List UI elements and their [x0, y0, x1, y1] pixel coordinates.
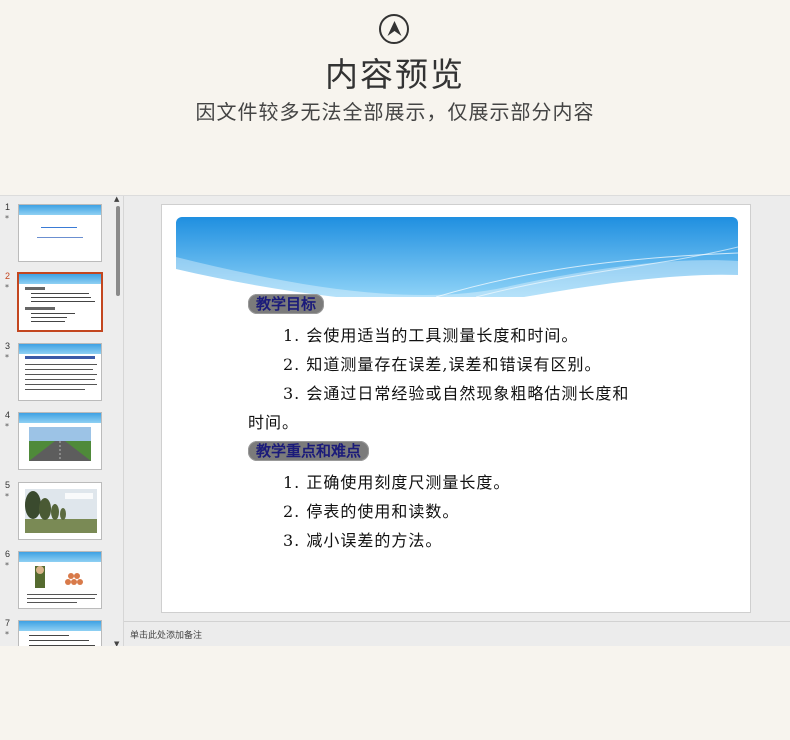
- scroll-down-icon[interactable]: ▼: [114, 640, 119, 646]
- slide-thumbnail-1[interactable]: 1 *: [0, 202, 112, 264]
- key-point-line-1: 1. 正确使用刻度尺测量长度。: [283, 473, 511, 492]
- page-subtitle: 因文件较多无法全部展示，仅展示部分内容: [195, 100, 595, 124]
- scrollbar-thumb[interactable]: [116, 206, 120, 296]
- notes-placeholder: 单击此处添加备注: [130, 631, 203, 641]
- notes-pane[interactable]: 单击此处添加备注: [124, 621, 790, 646]
- wave-banner: [176, 217, 738, 297]
- slide-star-marker: *: [5, 492, 9, 501]
- slide-thumbnail-card: [18, 482, 102, 540]
- slide-thumbnail-panel: 1 * 2 * 3 * 4 * 5 * 6 * 7 * ▲ ▼: [0, 196, 124, 646]
- slide-star-marker: *: [5, 422, 9, 431]
- slide-number: 5: [5, 480, 11, 490]
- slide-star-marker: *: [5, 353, 9, 362]
- slide-thumbnail-3[interactable]: 3 *: [0, 341, 112, 403]
- key-point-line-3: 3. 减小误差的方法。: [283, 531, 443, 550]
- section-heading-objectives: 教学目标: [248, 294, 325, 314]
- slide-star-marker: *: [5, 561, 9, 570]
- slide-thumbnail-card: [18, 343, 102, 401]
- slide-thumbnail-2[interactable]: 2 *: [0, 271, 112, 333]
- slide-thumbnail-card: [18, 412, 102, 470]
- slide-number: 6: [5, 549, 11, 559]
- scroll-up-icon[interactable]: ▲: [114, 196, 119, 203]
- objective-line-3-cont: 时间。: [248, 413, 300, 432]
- slide-number: 1: [5, 202, 11, 212]
- objective-line-2: 2. 知道测量存在误差,误差和错误有区别。: [283, 355, 602, 374]
- presentation-viewer: 1 * 2 * 3 * 4 * 5 * 6 * 7 * ▲ ▼ 教学目标 1. …: [0, 195, 790, 646]
- upload-arrow-icon: [379, 14, 409, 44]
- objective-line-3: 3. 会通过日常经验或自然现象粗略估测长度和: [283, 384, 630, 403]
- section-heading-key-points: 教学重点和难点: [248, 441, 370, 461]
- thumbnail-scrollbar[interactable]: ▲ ▼: [113, 196, 123, 646]
- key-point-line-2: 2. 停表的使用和读数。: [283, 502, 460, 521]
- slide-canvas: 教学目标 1. 会使用适当的工具测量长度和时间。 2. 知道测量存在误差,误差和…: [124, 196, 790, 621]
- slide-thumbnail-card: [18, 620, 102, 646]
- slide-star-marker: *: [5, 283, 9, 292]
- slide-thumbnail-7[interactable]: 7 *: [0, 618, 112, 646]
- figure-illustration-icon: [35, 566, 83, 588]
- slide-number: 7: [5, 618, 11, 628]
- slide-number: 2: [5, 271, 11, 281]
- slide-number: 4: [5, 410, 11, 420]
- trees-photo-icon: [25, 489, 97, 533]
- slide-star-marker: *: [5, 630, 9, 639]
- slide-star-marker: *: [5, 214, 9, 223]
- slide-thumbnail-4[interactable]: 4 *: [0, 410, 112, 472]
- slide-number: 3: [5, 341, 11, 351]
- slide-thumbnail-6[interactable]: 6 *: [0, 549, 112, 611]
- page-title: 内容预览: [325, 55, 465, 94]
- current-slide[interactable]: 教学目标 1. 会使用适当的工具测量长度和时间。 2. 知道测量存在误差,误差和…: [161, 204, 751, 613]
- slide-thumbnail-5[interactable]: 5 *: [0, 480, 112, 542]
- slide-thumbnail-card: [18, 204, 102, 262]
- slide-thumbnail-card: [18, 551, 102, 609]
- objective-line-1: 1. 会使用适当的工具测量长度和时间。: [283, 326, 579, 345]
- slide-thumbnail-card-selected: [17, 272, 103, 332]
- road-photo-icon: [29, 427, 91, 461]
